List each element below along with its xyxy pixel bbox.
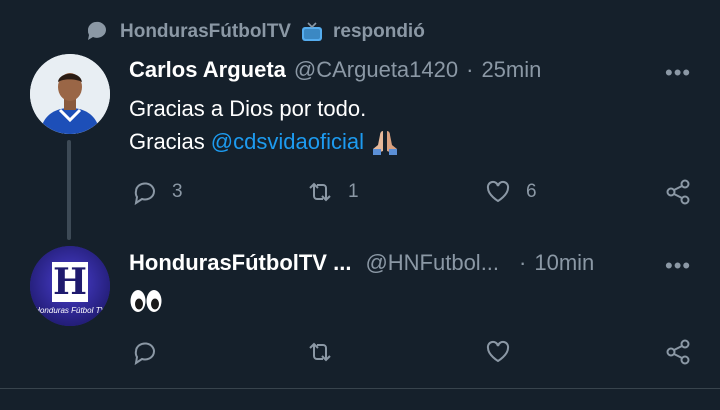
like-button[interactable]: 6 <box>484 178 537 206</box>
share-button[interactable] <box>664 178 692 206</box>
author-handle[interactable]: @CArgueta1420 <box>294 57 458 83</box>
retweet-icon <box>309 182 331 202</box>
folded-hands-icon <box>370 128 400 156</box>
separator: · <box>519 250 527 275</box>
reply-count: 3 <box>172 181 183 202</box>
reply-context: HondurasFútbolTV respondió <box>84 18 425 46</box>
avatar[interactable] <box>30 54 110 134</box>
timestamp[interactable]: 10min <box>534 250 594 276</box>
author-handle[interactable]: @HNFutbol... <box>365 250 499 276</box>
thread-connector <box>67 140 71 240</box>
more-options-button[interactable]: ••• <box>665 60 691 86</box>
speech-bubble-icon <box>84 19 110 45</box>
timestamp[interactable]: 25min <box>481 57 541 83</box>
reply-button[interactable]: 3 <box>130 178 183 206</box>
like-button[interactable] <box>484 338 512 366</box>
mention-link[interactable]: @cdsvidaoficial <box>211 125 364 158</box>
eyes-icon <box>129 288 163 314</box>
avatar-hondurasfutboltv[interactable]: H Honduras Fútbol TV <box>30 246 110 326</box>
reply-icon <box>134 342 155 366</box>
author-name[interactable]: Carlos Argueta <box>129 57 286 83</box>
reply-button[interactable] <box>130 338 158 366</box>
retweet-button[interactable]: 1 <box>306 178 359 206</box>
author-name[interactable]: HondurasFútbolTV ... <box>129 250 351 276</box>
reply-icon <box>134 182 155 206</box>
share-button[interactable] <box>664 338 692 366</box>
share-icon <box>666 339 690 365</box>
divider <box>0 388 720 389</box>
separator: · <box>466 57 474 82</box>
heart-icon <box>486 180 510 203</box>
tweet-header: Carlos Argueta @CArgueta1420 · 25min <box>129 57 541 83</box>
tweet-header: HondurasFútbolTV ... @HNFutbol... · 10mi… <box>129 250 594 276</box>
avatar-letter: H <box>52 261 87 303</box>
share-icon <box>666 179 690 205</box>
retweet-button[interactable] <box>306 338 334 366</box>
context-account[interactable]: HondurasFútbolTV <box>120 21 291 43</box>
tweet-line-2: Gracias @cdsvidaoficial <box>129 125 400 158</box>
tv-emoji-icon <box>301 22 323 42</box>
more-options-button[interactable]: ••• <box>665 253 691 279</box>
retweet-count: 1 <box>348 181 359 202</box>
heart-icon <box>486 340 510 363</box>
tweet-line-1: Gracias a Dios por todo. <box>129 96 367 121</box>
tweet-line-2-text: Gracias <box>129 129 205 154</box>
tweet-text: Gracias a Dios por todo. Gracias @cdsvid… <box>129 92 400 158</box>
retweet-icon <box>309 342 331 362</box>
avatar-caption: Honduras Fútbol TV <box>34 306 106 315</box>
like-count: 6 <box>526 181 537 202</box>
context-action: respondió <box>332 21 425 42</box>
